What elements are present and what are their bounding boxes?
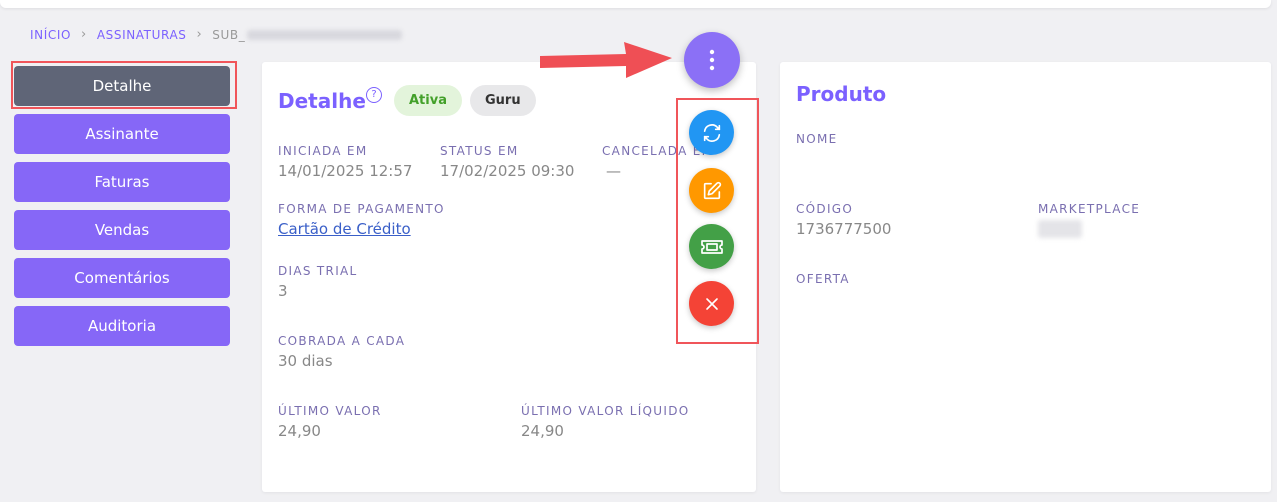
nav-comentarios-button[interactable]: Comentários — [14, 258, 230, 298]
offer-label: OFERTA — [796, 272, 850, 286]
payment-link[interactable]: Cartão de Crédito — [278, 220, 445, 238]
trial-value: 3 — [278, 282, 288, 300]
refresh-icon — [703, 123, 720, 142]
breadcrumb: INÍCIO › ASSINATURAS › SUB_ — [30, 27, 403, 42]
cancel-subscription-button[interactable] — [689, 281, 734, 326]
edit-icon — [703, 181, 721, 199]
product-code-label: CÓDIGO — [796, 202, 854, 216]
product-code-field: CÓDIGO 1736777500 — [796, 202, 891, 238]
last-net-value-label: ÚLTIMO VALOR LÍQUIDO — [521, 404, 690, 418]
offer-link-redacted[interactable] — [796, 290, 930, 308]
payment-label: FORMA DE PAGAMENTO — [278, 202, 445, 216]
refresh-button[interactable] — [689, 110, 734, 155]
red-arrow-annotation — [540, 42, 672, 78]
chevron-right-icon: › — [81, 27, 87, 42]
charged-label: COBRADA A CADA — [278, 334, 406, 348]
last-net-value: 24,90 — [521, 422, 564, 440]
trial-label: DIAS TRIAL — [278, 264, 358, 278]
marketplace-value-redacted — [1038, 220, 1082, 238]
marketplace-label: MARKETPLACE — [1038, 202, 1141, 216]
edit-button[interactable] — [689, 168, 734, 213]
payment-field: FORMA DE PAGAMENTO Cartão de Crédito — [278, 202, 445, 238]
close-icon — [705, 297, 718, 310]
chevron-right-icon: › — [196, 27, 203, 42]
question-circle-icon[interactable]: ? — [366, 87, 382, 103]
status-date-value: 17/02/2025 09:30 — [440, 162, 575, 180]
nav-faturas-button[interactable]: Faturas — [14, 162, 230, 202]
more-vertical-icon — [709, 49, 715, 71]
last-value-field: ÚLTIMO VALOR 24,90 — [278, 404, 382, 440]
top-bar — [0, 0, 1271, 8]
product-code-value: 1736777500 — [796, 220, 892, 238]
product-title: Produto — [796, 82, 887, 106]
status-date-label: STATUS EM — [440, 144, 519, 158]
product-name-label: NOME — [796, 132, 838, 146]
breadcrumb-current: SUB_ — [212, 27, 246, 42]
actions-menu-button[interactable] — [684, 32, 740, 88]
platform-badge: Guru — [470, 85, 536, 116]
status-badge: Ativa — [394, 85, 462, 116]
status-date-field: STATUS EM 17/02/2025 09:30 — [440, 144, 574, 180]
last-value: 24,90 — [278, 422, 321, 440]
started-field: INICIADA EM 14/01/2025 12:57 — [278, 144, 412, 180]
charged-field: COBRADA A CADA 30 dias — [278, 334, 405, 370]
ticket-icon — [700, 239, 723, 254]
detail-title: Detalhe — [278, 89, 366, 113]
product-name-link-redacted[interactable] — [796, 150, 930, 168]
nav-assinante-button[interactable]: Assinante — [14, 114, 230, 154]
nav-highlight-box — [11, 61, 237, 109]
breadcrumb-subscriptions[interactable]: ASSINATURAS — [97, 28, 187, 42]
last-value-label: ÚLTIMO VALOR — [278, 404, 382, 418]
marketplace-field: MARKETPLACE — [1038, 202, 1140, 238]
breadcrumb-home[interactable]: INÍCIO — [30, 28, 71, 42]
trial-field: DIAS TRIAL 3 — [278, 264, 358, 300]
ticket-button[interactable] — [689, 224, 734, 269]
nav-auditoria-button[interactable]: Auditoria — [14, 306, 230, 346]
breadcrumb-current-redacted — [247, 29, 403, 40]
nav-vendas-button[interactable]: Vendas — [14, 210, 230, 250]
product-name-field: NOME — [796, 132, 930, 168]
product-card: Produto NOME CÓDIGO 1736777500 MARKETPLA… — [780, 62, 1271, 492]
started-value: 14/01/2025 12:57 — [278, 162, 413, 180]
side-navigation: Detalhe Assinante Faturas Vendas Comentá… — [14, 66, 230, 354]
charged-value: 30 dias — [278, 352, 333, 370]
last-net-value-field: ÚLTIMO VALOR LÍQUIDO 24,90 — [521, 404, 689, 440]
started-label: INICIADA EM — [278, 144, 368, 158]
offer-field: OFERTA — [796, 272, 930, 308]
